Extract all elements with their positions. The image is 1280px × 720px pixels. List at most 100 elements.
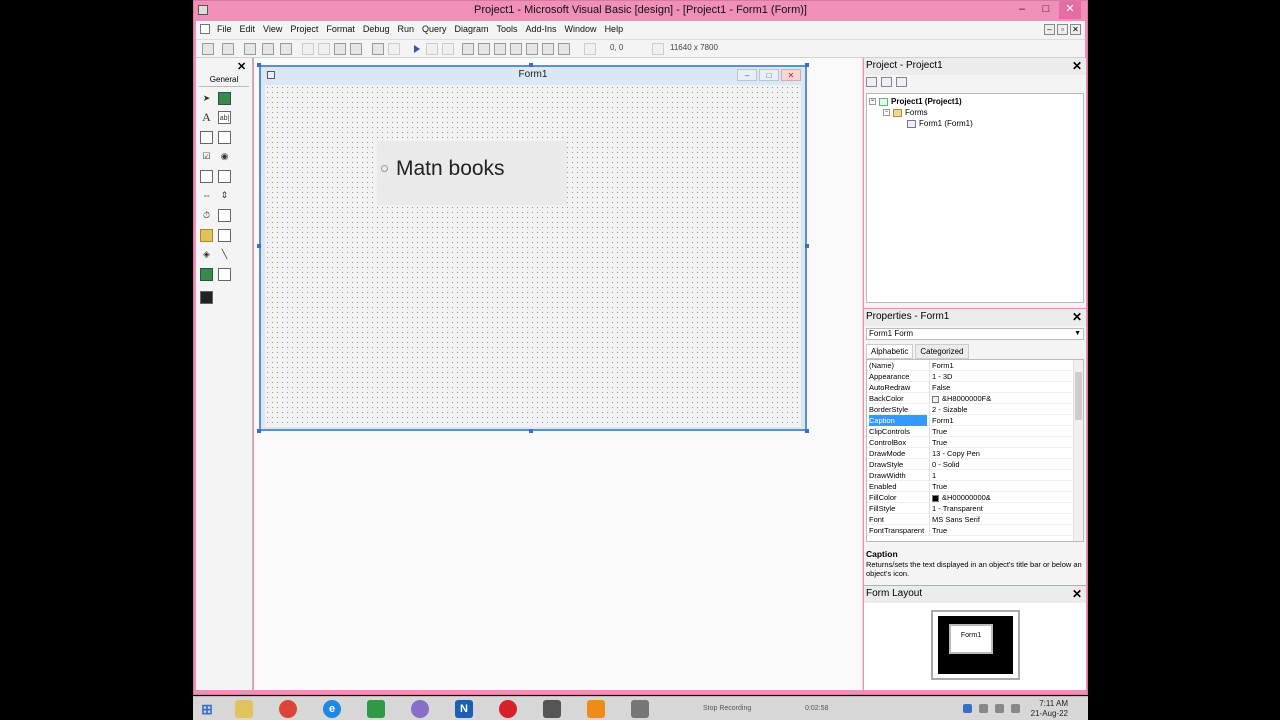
file-explorer-icon[interactable] xyxy=(235,700,253,718)
pointer-tool-icon[interactable]: ➤ xyxy=(200,92,213,105)
app-icon[interactable] xyxy=(411,700,429,718)
stop-recording-button[interactable]: Stop Recording xyxy=(703,705,751,712)
property-row[interactable]: FontTransparent True xyxy=(867,525,1072,536)
property-grid-scrollbar[interactable] xyxy=(1073,360,1083,541)
chrome-icon[interactable] xyxy=(279,700,297,718)
combobox-tool-icon[interactable] xyxy=(200,170,213,183)
resize-handle[interactable] xyxy=(805,63,809,67)
menu-diagram[interactable]: Diagram xyxy=(450,24,492,34)
drivelistbox-tool-icon[interactable] xyxy=(218,209,231,222)
data-tool-icon[interactable] xyxy=(218,268,231,281)
view-code-icon[interactable] xyxy=(866,77,877,87)
form1-designer[interactable]: Form1 – □ ✕ Matn books xyxy=(259,65,807,431)
property-row-selected[interactable]: Caption Form1 xyxy=(867,415,1072,426)
ole-tool-icon[interactable] xyxy=(200,291,213,304)
properties-panel-close-icon[interactable]: ✕ xyxy=(1072,309,1082,325)
property-row[interactable]: BackColor &H8000000F& xyxy=(867,393,1072,404)
property-row[interactable]: AutoRedraw False xyxy=(867,382,1072,393)
shape-tool-icon[interactable]: ◈ xyxy=(200,248,213,261)
listbox-tool-icon[interactable] xyxy=(218,170,231,183)
network-icon[interactable] xyxy=(963,704,972,713)
menu-tools[interactable]: Tools xyxy=(493,24,522,34)
resize-handle[interactable] xyxy=(257,429,261,433)
menu-view[interactable]: View xyxy=(259,24,286,34)
break-icon[interactable] xyxy=(426,43,438,55)
image-tool-icon[interactable] xyxy=(200,268,213,281)
app-icon[interactable] xyxy=(198,5,208,15)
resize-handle[interactable] xyxy=(529,63,533,67)
resize-handle[interactable] xyxy=(805,244,809,248)
tab-categorized[interactable]: Categorized xyxy=(915,344,969,359)
form-layout-icon[interactable] xyxy=(494,43,506,55)
property-row[interactable]: BorderStyle 2 - Sizable xyxy=(867,404,1072,415)
property-row[interactable]: FillColor &H00000000& xyxy=(867,492,1072,503)
toolbox-close-icon[interactable]: ✕ xyxy=(237,60,246,73)
project-explorer-icon[interactable] xyxy=(462,43,474,55)
menu-edit[interactable]: Edit xyxy=(236,24,260,34)
data-view-icon[interactable] xyxy=(542,43,554,55)
paste-icon[interactable] xyxy=(334,43,346,55)
chevron-down-icon[interactable]: ▼ xyxy=(1074,329,1081,339)
internet-explorer-icon[interactable]: e xyxy=(323,700,341,718)
mdi-close-button[interactable]: ✕ xyxy=(1070,24,1081,35)
flag-icon[interactable] xyxy=(995,704,1004,713)
tab-alphabetic[interactable]: Alphabetic xyxy=(866,344,914,359)
tool-icon[interactable] xyxy=(543,700,561,718)
property-row[interactable]: ControlBox True xyxy=(867,437,1072,448)
app-icon[interactable] xyxy=(367,700,385,718)
properties-window-icon[interactable] xyxy=(478,43,490,55)
mdi-minimize-button[interactable]: – xyxy=(1044,24,1055,35)
filelistbox-tool-icon[interactable] xyxy=(218,229,231,242)
line-tool-icon[interactable]: ╲ xyxy=(218,248,231,261)
view-object-icon[interactable] xyxy=(881,77,892,87)
layout-panel-close-icon[interactable]: ✕ xyxy=(1072,586,1082,602)
maximize-button[interactable]: □ xyxy=(1035,1,1057,19)
close-button[interactable]: ✕ xyxy=(1059,1,1081,19)
property-row[interactable]: DrawWidth 1 xyxy=(867,470,1072,481)
menu-debug[interactable]: Debug xyxy=(359,24,394,34)
vb6-icon[interactable] xyxy=(631,700,649,718)
resize-handle[interactable] xyxy=(529,429,533,433)
property-row[interactable]: DrawStyle 0 - Solid xyxy=(867,459,1072,470)
resize-handle[interactable] xyxy=(805,429,809,433)
volume-icon[interactable] xyxy=(979,704,988,713)
picturebox-tool-icon[interactable] xyxy=(218,92,231,105)
add-form-icon[interactable] xyxy=(222,43,234,55)
property-row[interactable]: (Name) Form1 xyxy=(867,360,1072,371)
object-selector[interactable]: Form1 Form ▼ xyxy=(866,328,1084,340)
checkbox-tool-icon[interactable]: ☑ xyxy=(200,150,213,163)
label-control[interactable]: Matn books xyxy=(377,141,567,205)
collapse-icon[interactable]: − xyxy=(883,109,890,117)
component-manager-icon[interactable] xyxy=(558,43,570,55)
frame-tool-icon[interactable] xyxy=(200,131,213,144)
opera-icon[interactable] xyxy=(499,700,517,718)
collapse-icon[interactable]: − xyxy=(869,98,876,106)
app-icon[interactable]: N xyxy=(455,700,473,718)
cut-icon[interactable] xyxy=(302,43,314,55)
menu-help[interactable]: Help xyxy=(601,24,628,34)
scrollbar-thumb[interactable] xyxy=(1075,372,1082,420)
label-tool-icon[interactable]: A xyxy=(200,111,213,124)
menu-run[interactable]: Run xyxy=(393,24,418,34)
form1-client-grid[interactable]: Matn books xyxy=(265,85,801,427)
clock[interactable]: 7:11 AM 21-Aug-22 xyxy=(1031,699,1068,719)
menu-query[interactable]: Query xyxy=(418,24,451,34)
form-icon[interactable] xyxy=(200,24,210,34)
save-icon[interactable] xyxy=(280,43,292,55)
resize-handle[interactable] xyxy=(257,63,261,67)
start-icon[interactable] xyxy=(414,45,420,53)
vlc-icon[interactable] xyxy=(587,700,605,718)
battery-icon[interactable] xyxy=(1011,704,1020,713)
menu-window[interactable]: Window xyxy=(561,24,601,34)
object-browser-icon[interactable] xyxy=(510,43,522,55)
undo-icon[interactable] xyxy=(372,43,384,55)
tree-node-form1[interactable]: Form1 (Form1) xyxy=(907,119,973,128)
mini-form1[interactable]: Form1 xyxy=(949,624,993,654)
property-row[interactable]: DrawMode 13 - Copy Pen xyxy=(867,448,1072,459)
property-row[interactable]: FillStyle 1 - Transparent xyxy=(867,503,1072,514)
minimize-button[interactable]: – xyxy=(1011,1,1033,19)
end-icon[interactable] xyxy=(442,43,454,55)
property-row[interactable]: Font MS Sans Serif xyxy=(867,514,1072,525)
dirlistbox-tool-icon[interactable] xyxy=(200,229,213,242)
menu-project[interactable]: Project xyxy=(286,24,322,34)
